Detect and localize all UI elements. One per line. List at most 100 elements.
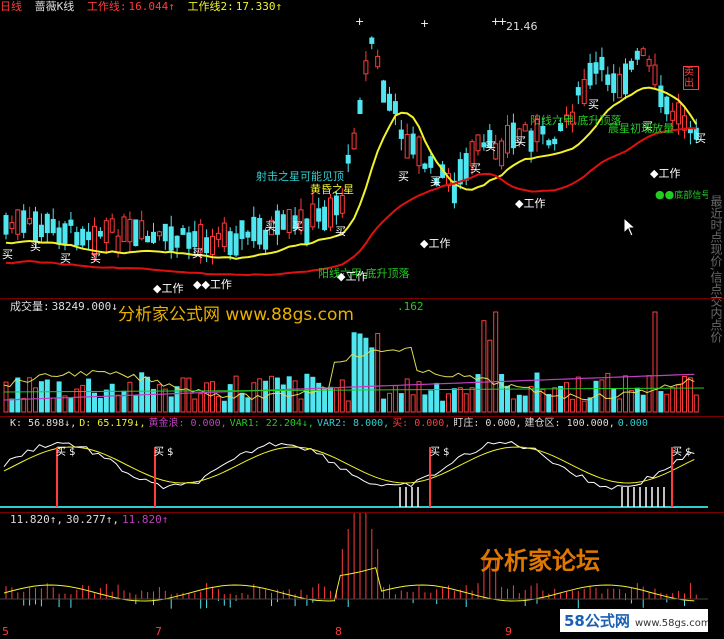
candle-body bbox=[56, 227, 62, 245]
volume-bar bbox=[451, 388, 457, 413]
volume-bar bbox=[292, 380, 298, 413]
osc-panel[interactable]: 11.820↑, 30.277↑, 11.820↑ 分析家论坛 58公式网 www.… bbox=[0, 513, 708, 639]
candle-body bbox=[251, 216, 257, 242]
buy-signal: 买 bbox=[485, 140, 496, 153]
work-label: 工作 bbox=[345, 270, 368, 283]
buy-signal: 买 bbox=[30, 240, 41, 253]
buy-signal: 买 bbox=[695, 132, 706, 145]
volume-panel[interactable]: 成交量: 38249.000↓ .162 分析家公式网 www.88gs.com bbox=[0, 300, 708, 416]
buy-signal: 买 bbox=[588, 98, 599, 111]
candle-body bbox=[233, 233, 239, 256]
time-axis-label: 7 bbox=[155, 625, 162, 638]
volume-bar bbox=[546, 394, 552, 413]
volume-bar bbox=[121, 390, 127, 413]
volume-bar bbox=[80, 384, 86, 413]
candle-body bbox=[227, 231, 233, 255]
volume-bar bbox=[156, 384, 162, 413]
period-tag[interactable]: 日线 bbox=[0, 0, 22, 13]
candle-body bbox=[528, 130, 534, 152]
kdj-header: K: 56.898↓, D: 65.179↓, 黄金浪: 0.000, VAR1: 2… bbox=[0, 417, 654, 431]
volume-chart[interactable] bbox=[0, 300, 708, 416]
volume-bar bbox=[186, 377, 192, 413]
work-label: 工作 bbox=[658, 167, 681, 180]
volume-bar bbox=[676, 384, 682, 413]
kdj-jc: 建仓区: 100.000, bbox=[524, 418, 615, 429]
candle-body bbox=[310, 203, 316, 228]
kdj-buy-mark: 买 $ bbox=[154, 447, 174, 458]
buy-signal: 买 bbox=[192, 247, 203, 260]
kdj-buy-mark: 买 $ bbox=[56, 447, 76, 458]
candle-body bbox=[38, 224, 44, 238]
sell-tag: 卖出 bbox=[683, 66, 699, 90]
candle-body bbox=[505, 124, 510, 154]
volume-bar bbox=[328, 386, 333, 413]
volume-bar bbox=[9, 398, 15, 413]
candle-body bbox=[581, 78, 587, 105]
candle-body bbox=[351, 132, 357, 150]
volume-bar bbox=[38, 381, 44, 413]
volume-bar bbox=[505, 385, 510, 413]
volume-bar bbox=[416, 381, 422, 413]
annotation-sun-six-2: 阳线六甲,底升顶落 bbox=[530, 114, 622, 127]
volume-header: 成交量: 38249.000↓ .162 bbox=[0, 300, 424, 314]
volume-bar bbox=[44, 379, 50, 413]
volume-bar bbox=[670, 387, 676, 413]
kdj-buy-mark: 买 $ bbox=[430, 447, 450, 458]
candle-body bbox=[676, 102, 682, 125]
candle-body bbox=[652, 64, 658, 86]
kdj-var2: VAR2: 8.000, bbox=[316, 418, 390, 429]
candlestick-chart[interactable]: 买买买买买买买买买 买买买 买买买买+ + ++ bbox=[0, 0, 708, 296]
candle-body bbox=[339, 195, 345, 214]
volume-bar bbox=[516, 394, 522, 413]
candle-body bbox=[121, 216, 127, 243]
buy-signal: 买 bbox=[335, 225, 346, 238]
volume-bar bbox=[357, 333, 363, 413]
kline-panel[interactable]: 日线 蔷薇K线 工作线: 16.044↑ 工作线2: 17.330↑ 买买买买买买买… bbox=[0, 0, 708, 296]
candle-body bbox=[499, 140, 505, 167]
volume-bar bbox=[404, 378, 410, 413]
kdj-panel[interactable]: K: 56.898↓, D: 65.179↓, 黄金浪: 0.000, VAR1: 2… bbox=[0, 417, 708, 512]
candle-body bbox=[416, 136, 422, 167]
volume-bar bbox=[210, 381, 215, 413]
peak-label: 21.46 bbox=[506, 20, 538, 33]
candle-body bbox=[168, 226, 174, 251]
volume-title: 成交量: bbox=[10, 300, 50, 313]
volume-bar bbox=[558, 385, 564, 413]
volume-bar bbox=[109, 383, 115, 413]
volume-bar bbox=[640, 394, 646, 413]
candle-body bbox=[139, 220, 145, 240]
volume-bar bbox=[658, 391, 664, 413]
candle-body bbox=[304, 218, 310, 245]
buy-signal: 买 bbox=[515, 135, 526, 148]
candle-body bbox=[617, 73, 623, 99]
osc-v2: 30.277↑, bbox=[65, 513, 119, 526]
volume-bar bbox=[204, 382, 210, 413]
volume-bar bbox=[298, 398, 304, 413]
candle-body bbox=[50, 219, 56, 234]
work-marker: ◆工作 bbox=[420, 235, 450, 251]
volume-bar bbox=[227, 384, 233, 413]
candle-body bbox=[27, 217, 33, 225]
candle-body bbox=[546, 140, 552, 146]
kdj-chart[interactable] bbox=[0, 417, 708, 512]
d-line bbox=[3, 446, 695, 484]
work-label: 工作 bbox=[428, 237, 451, 250]
candle-body bbox=[151, 231, 156, 243]
candle-body bbox=[44, 213, 50, 234]
cross-marker-icon: + bbox=[355, 15, 364, 28]
volume-bar bbox=[133, 394, 139, 413]
volume-bar bbox=[493, 311, 499, 413]
volume-bar bbox=[375, 332, 381, 413]
osc-v1: 11.820↑, bbox=[10, 513, 63, 526]
candle-body bbox=[9, 222, 15, 230]
volume-bar bbox=[422, 394, 428, 413]
candle-body bbox=[345, 154, 351, 164]
work-label: 工作 bbox=[209, 278, 232, 291]
buy-signal: 买 bbox=[265, 220, 276, 233]
volume-bar bbox=[168, 396, 174, 413]
candle-body bbox=[145, 235, 151, 243]
volume-bar bbox=[233, 375, 239, 413]
time-axis-label: 5 bbox=[2, 625, 9, 638]
candle-body bbox=[628, 60, 634, 70]
volume-bar bbox=[345, 400, 351, 413]
